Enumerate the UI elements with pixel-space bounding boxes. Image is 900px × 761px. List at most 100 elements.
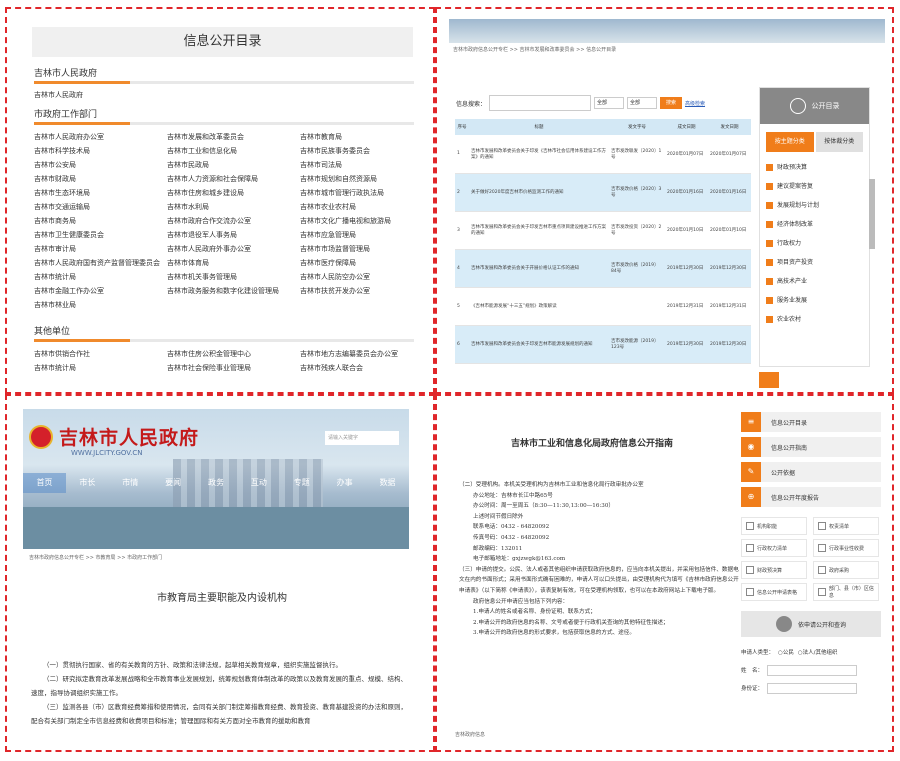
- dept-link[interactable]: 吉林市人民政府外事办公室: [167, 242, 300, 256]
- table-row[interactable]: 4 吉林市发展和改革委员会关于开展价格认证工作的通知 吉市发改价格〔2019〕84号…: [455, 249, 751, 288]
- dept-link[interactable]: 吉林市人民防空办公室: [300, 270, 414, 284]
- search-input[interactable]: [489, 95, 592, 111]
- quick-link[interactable]: 政府采购: [813, 561, 879, 579]
- nav-item[interactable]: 办事: [323, 473, 366, 493]
- dept-link[interactable]: 吉林市人民政府国有资产监督管理委员会: [34, 256, 167, 270]
- id-field[interactable]: [767, 682, 858, 694]
- type-select[interactable]: 全部: [594, 97, 625, 109]
- dept-link[interactable]: 吉林市应急管理局: [300, 228, 414, 242]
- year-select[interactable]: 全部: [627, 97, 658, 109]
- site-search-input[interactable]: 请输入关键字: [325, 431, 399, 445]
- topic-item[interactable]: 财政预决算: [766, 158, 863, 177]
- quick-link[interactable]: 权责清单: [813, 517, 879, 535]
- sidebar-scrollbar[interactable]: [869, 179, 875, 249]
- dept-link[interactable]: 吉林市机关事务管理局: [167, 270, 300, 284]
- nav-item[interactable]: 首页: [23, 473, 66, 493]
- other-unit-link[interactable]: 吉林市住房公积金管理中心: [167, 347, 300, 361]
- dept-link[interactable]: 吉林市财政局: [34, 172, 167, 186]
- dept-link[interactable]: 吉林市发展和改革委员会: [167, 130, 300, 144]
- other-unit-link[interactable]: 吉林市地方志编纂委员会办公室: [300, 347, 414, 361]
- quick-link[interactable]: 信息公开申请表格: [741, 583, 807, 601]
- table-row[interactable]: 1 吉林市发展和改革委员会关于印发《吉林市社会信用体系建设工作方案》的通知 吉市发改…: [455, 135, 751, 174]
- nav-item[interactable]: 政务: [195, 473, 238, 493]
- nav-item[interactable]: 互动: [237, 473, 280, 493]
- dept-link[interactable]: 吉林市市场监督管理局: [300, 242, 414, 256]
- dept-link[interactable]: 吉林市政务服务和数字化建设管理局: [167, 284, 300, 298]
- other-unit-link[interactable]: 吉林市残疾人联合会: [300, 361, 414, 375]
- dept-link[interactable]: 吉林市民政局: [167, 158, 300, 172]
- radio-citizen[interactable]: ○公民: [778, 648, 794, 656]
- dept-link[interactable]: 吉林市审计局: [34, 242, 167, 256]
- dept-link[interactable]: 吉林市医疗保障局: [300, 256, 414, 270]
- dept-link[interactable]: 吉林市人民政府办公室: [34, 130, 167, 144]
- other-unit-link[interactable]: 吉林市社会保险事业管理局: [167, 361, 300, 375]
- cell-title[interactable]: 吉林市发展和改革委员会关于印发吉林市重点项目建设推进工作方案的通知: [469, 211, 609, 250]
- search-button[interactable]: 搜索: [660, 97, 683, 109]
- dept-link[interactable]: 吉林市农业农村局: [300, 200, 414, 214]
- dept-link[interactable]: 吉林市卫生健康委员会: [34, 228, 167, 242]
- dept-link[interactable]: 吉林市水利局: [167, 200, 300, 214]
- nav-item[interactable]: 市长: [66, 473, 109, 493]
- site-logo[interactable]: 吉林市人民政府: [59, 423, 199, 450]
- cell-title[interactable]: 吉林市发展和改革委员会关于印发吉林市能源发展规划的通知: [469, 325, 609, 364]
- quick-link[interactable]: 财政预决算: [741, 561, 807, 579]
- back-to-top-button[interactable]: [759, 372, 779, 388]
- radio-org[interactable]: ○法人/其他组织: [798, 648, 838, 656]
- dept-link[interactable]: 吉林市规划和自然资源局: [300, 172, 414, 186]
- cell-title[interactable]: 《吉林市能源发展“十三五”规划》政策解读: [469, 287, 609, 326]
- cell-title[interactable]: 吉林市发展和改革委员会关于开展价格认证工作的通知: [469, 249, 609, 288]
- table-row[interactable]: 2 关于做好2020年度吉林市价格监测工作的通知 吉市发改价格〔2020〕3号 202…: [455, 173, 751, 212]
- other-unit-link[interactable]: 吉林市统计局: [34, 361, 167, 375]
- table-row[interactable]: 6 吉林市发展和改革委员会关于印发吉林市能源发展规划的通知 吉市发改能源〔2019〕…: [455, 325, 751, 364]
- nav-item[interactable]: 数据: [366, 473, 409, 493]
- name-field[interactable]: [767, 664, 858, 676]
- nav-item[interactable]: 市情: [109, 473, 152, 493]
- topic-item[interactable]: 建议提案答复: [766, 177, 863, 196]
- cell-title[interactable]: 关于做好2020年度吉林市价格监测工作的通知: [469, 173, 609, 212]
- quick-link[interactable]: 部门、县（市）区信息: [813, 583, 879, 601]
- advanced-search-link[interactable]: 高级检索: [685, 100, 705, 107]
- dept-link[interactable]: 吉林市交通运输局: [34, 200, 167, 214]
- nav-item[interactable]: 要闻: [152, 473, 195, 493]
- dept-link[interactable]: 吉林市林业局: [34, 298, 167, 312]
- dept-link[interactable]: 吉林市住房和城乡建设局: [167, 186, 300, 200]
- topic-item[interactable]: 服务业发展: [766, 291, 863, 310]
- topic-item[interactable]: 农业农村: [766, 310, 863, 329]
- sidebar-nav-button[interactable]: ≡ 信息公开目录: [741, 412, 881, 432]
- dept-link[interactable]: 吉林市文化广播电视和旅游局: [300, 214, 414, 228]
- topic-item[interactable]: 经济体制改革: [766, 215, 863, 234]
- sidebar-nav-button[interactable]: ◉ 信息公开指南: [741, 437, 881, 457]
- dept-link[interactable]: 吉林市科学技术局: [34, 144, 167, 158]
- dept-link[interactable]: 吉林市政府合作交流办公室: [167, 214, 300, 228]
- dept-link[interactable]: 吉林市生态环境局: [34, 186, 167, 200]
- quick-link[interactable]: 机构职能: [741, 517, 807, 535]
- table-row[interactable]: 3 吉林市发展和改革委员会关于印发吉林市重点项目建设推进工作方案的通知 吉市发改投资…: [455, 211, 751, 250]
- cell-title[interactable]: 吉林市发展和改革委员会关于印发《吉林市社会信用体系建设工作方案》的通知: [469, 135, 609, 174]
- dept-link[interactable]: 吉林市金融工作办公室: [34, 284, 167, 298]
- dept-link[interactable]: 吉林市公安局: [34, 158, 167, 172]
- tab-by-genre[interactable]: 按体裁分类: [815, 132, 863, 152]
- topic-item[interactable]: 行政权力: [766, 234, 863, 253]
- dept-link[interactable]: 吉林市商务局: [34, 214, 167, 228]
- dept-link[interactable]: 吉林市统计局: [34, 270, 167, 284]
- dept-link[interactable]: 吉林市城市管理行政执法局: [300, 186, 414, 200]
- dept-link[interactable]: 吉林市民族事务委员会: [300, 144, 414, 158]
- tab-by-topic[interactable]: 按主题分类: [766, 132, 814, 152]
- other-unit-link[interactable]: 吉林市供销合作社: [34, 347, 167, 361]
- quick-link[interactable]: 行政事业性收费: [813, 539, 879, 557]
- quick-link[interactable]: 行政权力清单: [741, 539, 807, 557]
- dept-link[interactable]: 吉林市体育局: [167, 256, 300, 270]
- dept-link[interactable]: 吉林市扶贫开发办公室: [300, 284, 414, 298]
- sidebar-nav-button[interactable]: ⊕ 信息公开年度报告: [741, 487, 881, 507]
- topic-item[interactable]: 发展规划与计划: [766, 196, 863, 215]
- nav-item[interactable]: 专题: [280, 473, 323, 493]
- topic-item[interactable]: 高技术产业: [766, 272, 863, 291]
- dept-link[interactable]: 吉林市教育局: [300, 130, 414, 144]
- dept-link[interactable]: 吉林市工业和信息化局: [167, 144, 300, 158]
- dept-link[interactable]: 吉林市司法局: [300, 158, 414, 172]
- table-row[interactable]: 5 《吉林市能源发展“十三五”规划》政策解读 2019年12月31日 2019年12月…: [455, 287, 751, 326]
- sidebar-nav-button[interactable]: ✎ 公开依据: [741, 462, 881, 482]
- topic-item[interactable]: 项目资产投资: [766, 253, 863, 272]
- dept-link[interactable]: 吉林市人力资源和社会保障局: [167, 172, 300, 186]
- dept-link[interactable]: 吉林市退役军人事务局: [167, 228, 300, 242]
